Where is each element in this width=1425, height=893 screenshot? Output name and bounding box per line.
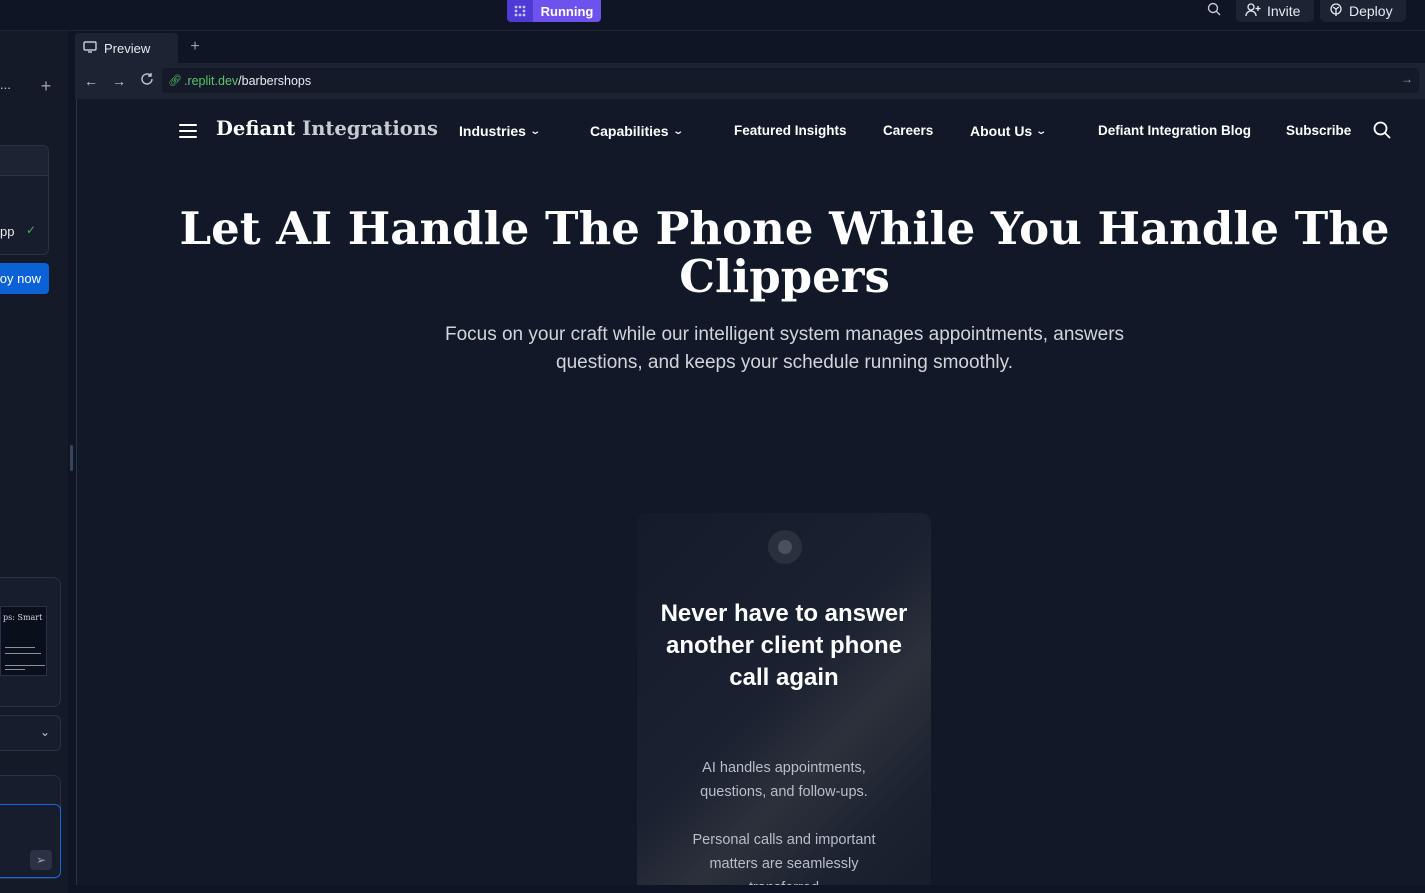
website-viewport: Defiant Integrations Industries ⌄ Capabi…	[76, 99, 1425, 885]
nav-about-label: About Us	[970, 123, 1033, 139]
chevron-down-icon: ⌄	[671, 125, 684, 137]
checkpoint-card: pp ✓	[0, 145, 49, 255]
check-icon: ✓	[26, 223, 37, 237]
menu-icon[interactable]	[179, 124, 197, 138]
address-bar: ← → 🔗︎ .replit.dev /barbershops →	[75, 63, 1425, 99]
thumbnail-line	[5, 669, 25, 670]
monitor-icon	[83, 40, 97, 56]
deploy-icon	[1329, 2, 1343, 20]
thumbnail-line	[5, 665, 45, 666]
phone-paragraph-2: Personal calls and important matters are…	[692, 832, 876, 885]
nav-industries-label: Industries	[459, 123, 526, 139]
brand-name-primary: Defiant	[216, 117, 296, 140]
hero-title: Let AI Handle The Phone While You Handle…	[179, 202, 1390, 303]
tab-preview-label: Preview	[104, 40, 151, 56]
search-icon[interactable]	[1204, 0, 1224, 18]
new-tab-icon[interactable]: +	[185, 37, 205, 57]
chevron-down-icon: ⌄	[529, 125, 541, 137]
nav-capabilities[interactable]: Capabilities ⌄	[590, 123, 684, 139]
model-select[interactable]: ⌄	[0, 715, 61, 751]
open-external-icon[interactable]: →	[1401, 72, 1413, 86]
nav-about-us[interactable]: About Us ⌄	[970, 123, 1048, 139]
search-icon[interactable]	[1373, 121, 1393, 141]
panel-tab-label[interactable]: ...	[0, 77, 11, 92]
tab-bar: Preview +	[75, 31, 1425, 63]
brand-name-secondary: Integrations	[302, 117, 438, 140]
tab-preview[interactable]: Preview	[75, 33, 178, 63]
plus-icon[interactable]: +	[36, 77, 56, 97]
run-button-label: Running	[533, 0, 601, 22]
phone-paragraph-1: AI handles appointments, questions, and …	[700, 760, 868, 800]
site-logo[interactable]: Defiant Integrations	[216, 117, 438, 140]
add-user-icon	[1245, 2, 1261, 20]
deploy-now-button[interactable]: oy now	[0, 263, 49, 294]
thumbnail-line	[5, 653, 41, 654]
back-icon[interactable]: ←	[82, 72, 100, 90]
nav-capabilities-label: Capabilities	[590, 123, 669, 139]
deploy-button[interactable]: Deploy	[1320, 0, 1406, 22]
checkpoint-card-text: pp	[0, 224, 15, 239]
run-button[interactable]: Running	[507, 0, 601, 22]
nav-subscribe[interactable]: Subscribe	[1286, 123, 1351, 138]
chevron-down-icon: ⌄	[1035, 125, 1048, 137]
chat-input-box: ➢	[0, 775, 61, 879]
deploy-label: Deploy	[1349, 3, 1393, 19]
reload-icon[interactable]	[138, 72, 156, 90]
checkpoint-card-header	[0, 146, 48, 176]
phone-mockup: Never have to answer another client phon…	[637, 513, 931, 885]
send-icon[interactable]: ➢	[30, 850, 52, 870]
preview-pane: Preview + ← → 🔗︎ .replit.dev /barbershop…	[75, 31, 1425, 893]
chevron-down-icon: ⌄	[39, 725, 50, 739]
panel-resize-handle[interactable]	[70, 445, 73, 471]
forward-icon[interactable]: →	[110, 72, 128, 90]
screenshot-card: ps: Smart	[0, 577, 61, 707]
site-navbar: Defiant Integrations Industries ⌄ Capabi…	[77, 111, 1425, 151]
run-status-icon	[507, 0, 533, 22]
phone-title: Never have to answer another client phon…	[660, 600, 908, 691]
nav-industries[interactable]: Industries ⌄	[459, 123, 541, 139]
nav-featured-insights[interactable]: Featured Insights	[734, 123, 847, 138]
url-input[interactable]: 🔗︎ .replit.dev /barbershops →	[162, 68, 1419, 93]
thumbnail-title: ps: Smart	[3, 613, 43, 622]
url-path: /barbershops	[238, 73, 312, 88]
camera-icon	[768, 530, 802, 564]
hero-subtitle: Focus on your craft while our intelligen…	[444, 324, 1125, 373]
link-icon: 🔗︎	[168, 75, 182, 87]
workspace-topbar: Running Invite Deploy	[0, 0, 1425, 31]
url-host: .replit.dev	[183, 73, 239, 88]
nav-careers[interactable]: Careers	[883, 123, 933, 138]
nav-blog[interactable]: Defiant Integration Blog	[1098, 123, 1251, 138]
invite-label: Invite	[1267, 3, 1301, 19]
thumbnail-line	[5, 647, 35, 648]
agent-panel: ... + pp ✓ oy now ps: Smart ⌄ ➢	[0, 31, 68, 893]
screenshot-thumbnail[interactable]: ps: Smart	[0, 606, 47, 676]
invite-button[interactable]: Invite	[1236, 0, 1314, 22]
